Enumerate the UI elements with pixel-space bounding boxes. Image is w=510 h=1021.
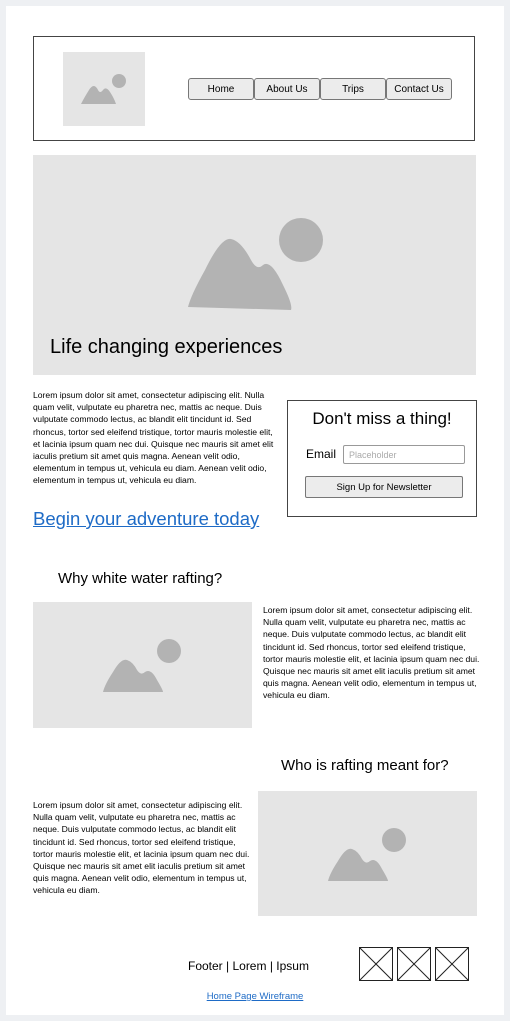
section2-heading: Who is rafting meant for? xyxy=(281,757,449,774)
social-x-icon[interactable] xyxy=(435,947,469,981)
wireframe-link[interactable]: Home Page Wireframe xyxy=(0,991,510,1002)
nav-home-button[interactable]: Home xyxy=(188,78,254,100)
newsletter-title: Don't miss a thing! xyxy=(312,409,452,428)
social-x-icon[interactable] xyxy=(359,947,393,981)
main-nav: Home About Us Trips Contact Us xyxy=(188,78,452,100)
email-field[interactable]: Placeholder xyxy=(343,445,465,464)
footer-text: Footer | Lorem | Ipsum xyxy=(188,959,309,973)
email-label: Email xyxy=(306,447,337,461)
section1-heading: Why white water rafting? xyxy=(58,570,223,587)
section2-image-icon xyxy=(328,828,406,881)
section1-image xyxy=(33,602,252,728)
newsletter-box: Don't miss a thing! Email Placeholder Si… xyxy=(287,400,477,517)
section2-paragraph: Lorem ipsum dolor sit amet, consectetur … xyxy=(33,800,250,896)
social-x-icon[interactable] xyxy=(397,947,431,981)
nav-trips-button[interactable]: Trips xyxy=(320,78,386,100)
hero-image-icon xyxy=(188,218,323,310)
signup-button[interactable]: Sign Up for Newsletter xyxy=(305,476,463,498)
nav-about-button[interactable]: About Us xyxy=(254,78,320,100)
logo-image-icon[interactable] xyxy=(63,52,145,126)
section1-paragraph: Lorem ipsum dolor sit amet, consectetur … xyxy=(263,605,480,701)
nav-contact-button[interactable]: Contact Us xyxy=(386,78,452,100)
hero-title: Life changing experiences xyxy=(50,336,283,358)
section2-image xyxy=(258,791,477,916)
intro-paragraph: Lorem ipsum dolor sit amet, consectetur … xyxy=(33,390,274,486)
cta-link[interactable]: Begin your adventure today xyxy=(33,508,259,530)
section1-image-icon xyxy=(103,639,181,692)
